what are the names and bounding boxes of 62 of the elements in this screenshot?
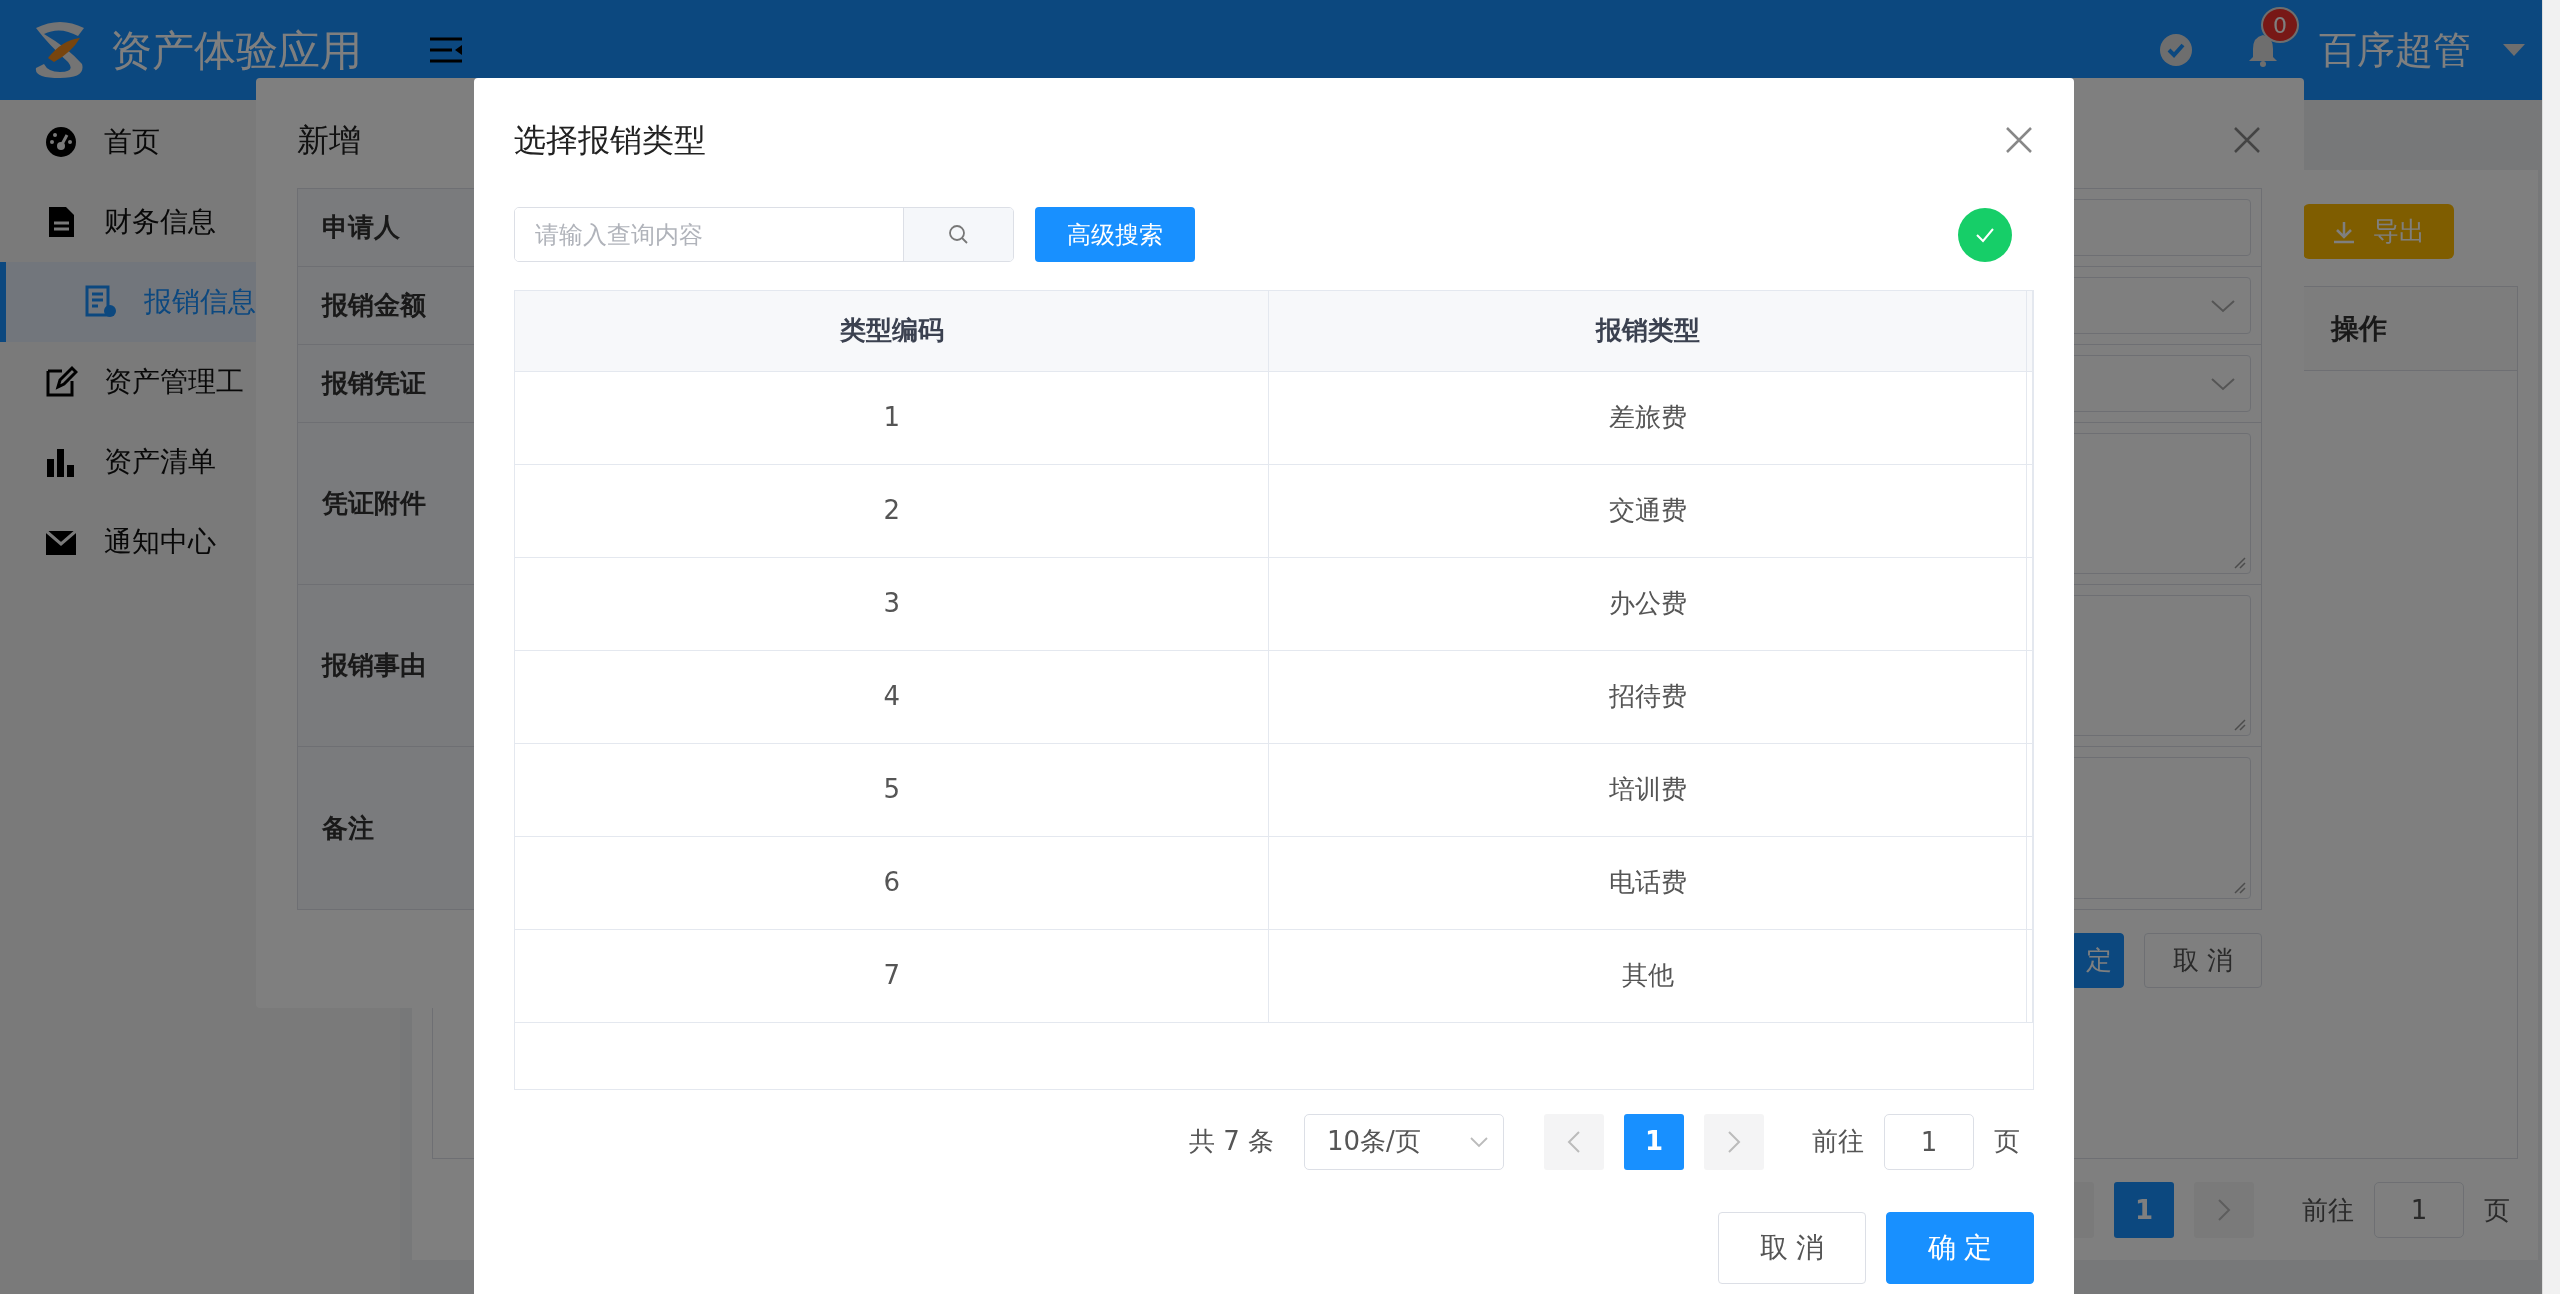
column-header: 类型编码 — [515, 291, 1269, 371]
bell-icon[interactable] — [2247, 33, 2279, 67]
resize-handle-icon — [2232, 717, 2246, 731]
goto-label: 前往 — [1812, 1125, 1864, 1158]
page-suffix-label: 页 — [2484, 1193, 2510, 1227]
confirm-button[interactable]: 确 定 — [1886, 1211, 2034, 1284]
table-cell: 电话费 — [1268, 836, 2027, 929]
page-size-select[interactable]: 10条/页 — [1304, 1113, 1504, 1170]
edit-icon — [44, 365, 78, 399]
confirm-button[interactable]: 定 — [2074, 933, 2124, 988]
table-cell: 2 — [515, 464, 1269, 557]
cancel-button[interactable]: 取 消 — [1718, 1211, 1866, 1284]
check-circle-icon[interactable] — [1958, 207, 2012, 262]
table-cell: 4 — [515, 650, 1269, 743]
menu-toggle-icon[interactable] — [430, 36, 462, 64]
resize-handle-icon — [2232, 555, 2246, 569]
dialog-title: 选择报销类型 — [514, 120, 706, 161]
page-suffix-label: 页 — [1994, 1125, 2020, 1158]
check-circle-icon[interactable] — [2159, 33, 2193, 67]
dashboard-gauge-icon — [44, 125, 78, 159]
table-cell: 办公费 — [1268, 557, 2027, 650]
chevron-down-icon — [2210, 298, 2236, 313]
download-icon — [2332, 219, 2355, 244]
search-field[interactable]: 请输入查询内容 — [514, 207, 1014, 262]
chevron-down-icon — [1469, 1135, 1489, 1148]
table-cell: 其他 — [1268, 929, 2027, 1022]
user-name[interactable]: 百序超管 — [2319, 21, 2471, 79]
chevron-right-icon — [1727, 1129, 1741, 1154]
notification-count-badge: 0 — [2261, 7, 2299, 43]
close-icon[interactable] — [2004, 125, 2034, 155]
page-number-field[interactable]: 1 — [2374, 1182, 2464, 1238]
page-number-button[interactable]: 1 — [2114, 1182, 2174, 1238]
goto-label: 前往 — [2302, 1193, 2354, 1227]
table-cell: 5 — [515, 743, 1269, 836]
chevron-right-icon — [2217, 1198, 2231, 1222]
chevron-down-icon — [2210, 376, 2236, 391]
resize-handle-icon — [2232, 880, 2246, 894]
cancel-button[interactable]: 取 消 — [2144, 933, 2262, 988]
app-title: 资产体验应用 — [110, 24, 362, 77]
table-cell: 1 — [515, 371, 1269, 464]
prev-page-button[interactable] — [1544, 1113, 1604, 1170]
table-cell: 交通费 — [1268, 464, 2027, 557]
table-cell: 差旅费 — [1268, 371, 2027, 464]
table-cell: 6 — [515, 836, 1269, 929]
table-cell: 培训费 — [1268, 743, 2027, 836]
search-button[interactable] — [903, 208, 1013, 261]
close-icon[interactable] — [2232, 125, 2262, 155]
column-header: 报销类型 — [1268, 291, 2027, 371]
page-number-field[interactable]: 1 — [1884, 1113, 1974, 1170]
total-count-label: 共 7 条 — [1188, 1125, 1274, 1158]
next-page-button[interactable] — [1704, 1113, 1764, 1170]
advanced-search-button[interactable]: 高级搜索 — [1035, 207, 1195, 262]
table-cell: 3 — [515, 557, 1269, 650]
caret-icon[interactable] — [2503, 44, 2525, 56]
page-number-button[interactable]: 1 — [1624, 1113, 1684, 1170]
chevron-left-icon — [1567, 1129, 1581, 1154]
search-icon — [947, 223, 970, 246]
table-cell: 7 — [515, 929, 1269, 1022]
next-page-button[interactable] — [2194, 1182, 2254, 1238]
table-cell: 招待费 — [1268, 650, 2027, 743]
dialog-title: 新增 — [297, 120, 361, 161]
list-gear-icon — [84, 285, 118, 319]
